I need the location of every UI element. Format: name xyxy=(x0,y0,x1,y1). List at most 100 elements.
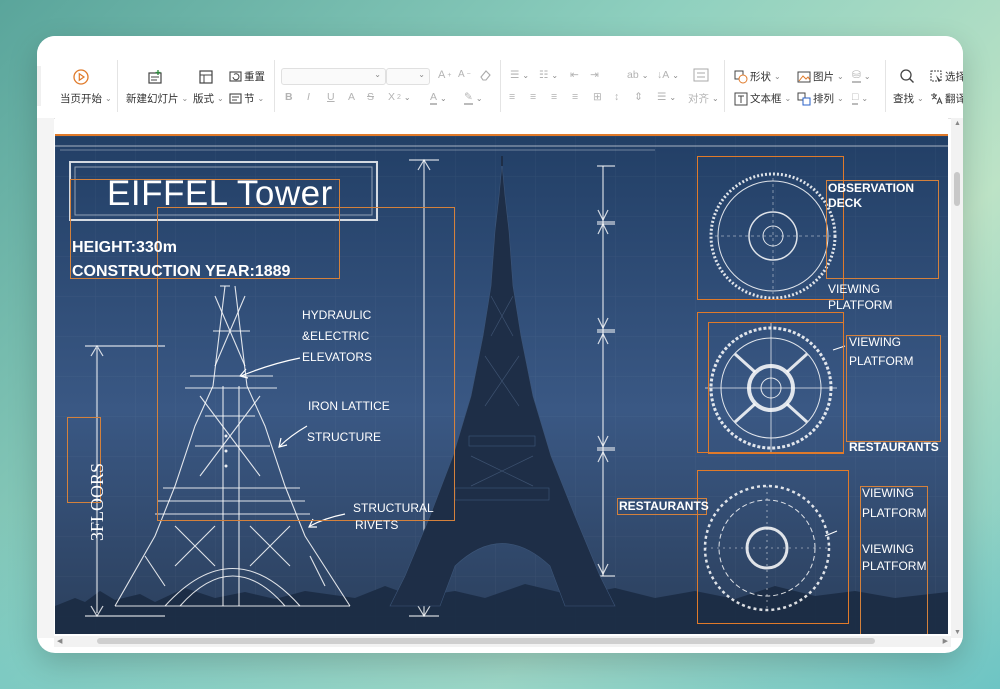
observation-plan-frame[interactable] xyxy=(697,156,844,300)
highlight-icon[interactable]: ✎ ⌄ xyxy=(464,91,483,105)
reset-button[interactable]: 重置 xyxy=(228,69,265,84)
vertical-scroll-thumb[interactable] xyxy=(954,172,960,206)
picture-icon xyxy=(797,70,811,84)
picture-label: 图片 xyxy=(813,71,834,83)
new-slide-button[interactable]: 新建幻灯片 ⌄ xyxy=(126,91,188,106)
decrease-font-icon[interactable]: A − xyxy=(458,69,471,80)
viewing-label-frame[interactable] xyxy=(846,335,941,442)
font-color-icon[interactable]: A ⌄ xyxy=(430,91,447,105)
fill-color-icon[interactable]: ⛁ ⌄ xyxy=(852,69,871,83)
increase-indent-icon[interactable]: ⇥ xyxy=(590,69,599,81)
distributed-align-icon[interactable]: ⊞ xyxy=(593,91,602,103)
font-size-combo[interactable]: ⌄ xyxy=(386,68,430,85)
observation-deck-line-1: OBSERVATION xyxy=(828,181,915,195)
new-slide-label: 新建幻灯片 xyxy=(126,93,179,105)
play-icon[interactable] xyxy=(73,69,89,85)
viewing-platform-1-line-1: VIEWING xyxy=(828,282,881,296)
align-left-icon[interactable]: ≡ xyxy=(509,91,515,103)
viewing-platform-1-line-2: PLATFORM xyxy=(828,298,893,312)
scroll-down-icon[interactable]: ▼ xyxy=(954,629,961,636)
viewing-platform-4-line-2: PLATFORM xyxy=(862,559,927,573)
layout-icon[interactable] xyxy=(198,69,214,85)
iron-lattice-line-2: STRUCTURE xyxy=(307,430,381,444)
viewing-platform-3-line-1: VIEWING xyxy=(862,486,915,500)
columns-icon[interactable]: ☰ ⌄ xyxy=(657,91,676,103)
select-icon xyxy=(929,70,943,84)
arrange-label: 排列 xyxy=(813,93,834,105)
select-label: 选择 xyxy=(945,71,963,83)
search-icon[interactable] xyxy=(899,68,915,84)
bullets-icon[interactable]: ☰ ⌄ xyxy=(510,69,529,81)
viewing-plan-inner-frame[interactable] xyxy=(708,322,844,454)
section-label: 节 xyxy=(244,93,255,105)
outline-color-icon[interactable]: □ ⌄ xyxy=(852,91,868,105)
strikethrough-icon[interactable]: S xyxy=(367,91,374,103)
increase-font-icon[interactable]: A + xyxy=(438,69,451,81)
scroll-up-icon[interactable]: ▲ xyxy=(954,120,961,127)
viewing-platform-3-line-2: PLATFORM xyxy=(862,506,927,520)
bold-icon[interactable]: B xyxy=(285,91,293,103)
reset-icon xyxy=(228,70,242,84)
slide-canvas[interactable]: EIFFEL Tower HEIGHT:330m CONSTRUCTION YE… xyxy=(55,136,948,634)
slide-title: EIFFEL Tower xyxy=(107,174,333,213)
arrange-button[interactable]: 排列 ⌄ xyxy=(797,91,844,106)
rivets-line-2: RIVETS xyxy=(355,518,399,532)
superscript-icon[interactable]: X 2 ⌄ xyxy=(388,91,411,103)
construction-year-text: CONSTRUCTION YEAR:1889 xyxy=(72,263,291,280)
arrange-icon xyxy=(797,92,811,106)
align-button[interactable]: 对齐 ⌄ xyxy=(688,91,719,106)
section-button[interactable]: 节 ⌄ xyxy=(228,91,264,106)
left-panel-track xyxy=(37,118,54,638)
slideshow-current-label: 当页开始 xyxy=(60,93,102,105)
paragraph-spacing-icon[interactable]: ⇕ xyxy=(634,91,643,103)
line-spacing-icon[interactable]: ↕ xyxy=(614,91,619,103)
slideshow-current-button[interactable]: 当页开始 ⌄ xyxy=(60,91,112,106)
hydraulic-line-1: HYDRAULIC xyxy=(302,308,372,322)
shape-label: 形状 xyxy=(750,71,771,83)
shape-button[interactable]: 形状 ⌄ xyxy=(734,69,781,84)
rivets-line-1: STRUCTURAL xyxy=(353,501,434,515)
translate-button[interactable]: 翻译 xyxy=(929,91,963,106)
find-label: 查找 xyxy=(893,93,914,105)
layout-button[interactable]: 版式 ⌄ xyxy=(193,91,224,106)
presentation-window: 当页开始 ⌄ 新建幻灯片 ⌄ 版式 ⌄ 重置 节 ⌄ ⌄ ⌄ A + A − B… xyxy=(37,36,963,653)
new-slide-icon[interactable] xyxy=(147,69,163,85)
select-button[interactable]: 选择 xyxy=(929,69,963,84)
iron-lattice-line-1: IRON LATTICE xyxy=(308,399,390,413)
find-button[interactable]: 查找 ⌄ xyxy=(893,91,924,106)
clear-format-icon[interactable] xyxy=(478,68,492,82)
picture-button[interactable]: 图片 ⌄ xyxy=(797,69,844,84)
restaurant-plan-frame[interactable] xyxy=(697,470,849,624)
underline-icon[interactable]: U xyxy=(327,91,335,103)
text-direction-icon[interactable]: ab ⌄ xyxy=(627,69,648,81)
scroll-right-icon[interactable]: ▶ xyxy=(943,637,948,645)
left-drawing-frame[interactable] xyxy=(157,207,455,521)
font-name-combo[interactable]: ⌄ xyxy=(281,68,386,85)
textbox-label: 文本框 xyxy=(750,93,782,105)
restaurants-left-label: RESTAURANTS xyxy=(619,499,709,513)
italic-icon[interactable]: I xyxy=(307,91,310,103)
horizontal-scroll-thumb[interactable] xyxy=(97,638,875,644)
scroll-left-icon[interactable]: ◀ xyxy=(57,637,62,645)
ribbon-toolbar: 当页开始 ⌄ 新建幻灯片 ⌄ 版式 ⌄ 重置 节 ⌄ ⌄ ⌄ A + A − B… xyxy=(37,36,963,119)
observation-deck-line-2: DECK xyxy=(828,196,863,210)
textbox-button[interactable]: 文本框 ⌄ xyxy=(734,91,791,106)
hydraulic-line-2: &ELECTRIC xyxy=(302,329,370,343)
distribute-icon[interactable] xyxy=(693,68,709,82)
sort-icon[interactable]: ↓A ⌄ xyxy=(657,69,679,81)
align-right-icon[interactable]: ≡ xyxy=(551,91,557,103)
translate-label: 翻译 xyxy=(945,93,963,105)
shadow-text-icon[interactable]: A xyxy=(348,91,355,103)
section-icon xyxy=(228,92,242,106)
viewing-platform-2-line-1: VIEWING xyxy=(849,335,902,349)
slide-top-margin xyxy=(55,118,948,134)
decrease-indent-icon[interactable]: ⇤ xyxy=(570,69,579,81)
shape-icon xyxy=(734,70,748,84)
ribbon-left-edge xyxy=(37,66,41,106)
align-center-icon[interactable]: ≡ xyxy=(530,91,536,103)
layout-label: 版式 xyxy=(193,93,214,105)
translate-icon xyxy=(929,92,943,106)
numbering-icon[interactable]: ☷ ⌄ xyxy=(539,69,558,81)
align-label: 对齐 xyxy=(688,93,709,105)
justify-icon[interactable]: ≡ xyxy=(572,91,578,103)
